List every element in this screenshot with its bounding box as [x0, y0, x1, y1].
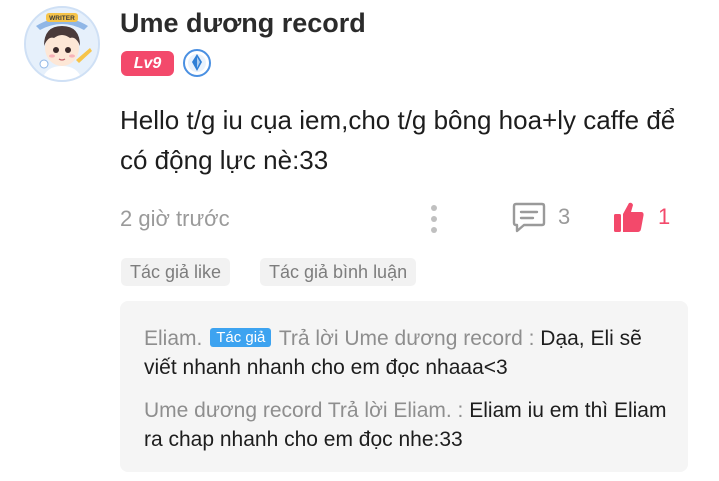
reply-action: Trả lời Ume dương record : [278, 327, 535, 350]
avatar[interactable]: WRITER [24, 6, 100, 82]
author-commented-tag: Tác giả bình luận [260, 258, 417, 286]
comment-text: Hello t/g iu cụa iem,cho t/g bông hoa+ly… [120, 105, 676, 175]
verified-shield-icon [183, 49, 211, 77]
level-badge: Lv9 [121, 51, 174, 76]
author-liked-tag: Tác giả like [121, 258, 231, 286]
reply-author[interactable]: Eliam. [144, 327, 202, 350]
like-button[interactable]: 1 [612, 198, 670, 236]
author-badge: Tác giả [210, 328, 272, 347]
comment-username[interactable]: Ume dương record [120, 8, 366, 39]
more-vertical-icon[interactable] [420, 201, 448, 237]
replies-box[interactable]: Eliam. Tác giả Trả lời Ume dương record … [120, 301, 688, 472]
avatar-image: WRITER [26, 8, 98, 80]
reply-item[interactable]: Ume dương record Trả lời Eliam. : Eliam … [144, 396, 669, 454]
reply-author[interactable]: Ume dương record [144, 399, 322, 422]
comment-time: 2 giờ trước [120, 206, 230, 231]
thumbs-up-icon [614, 202, 644, 232]
comment-icon [512, 202, 546, 233]
reply-action: Trả lời Eliam. : [327, 399, 464, 422]
reply-button[interactable]: 3 [512, 199, 570, 235]
avatar-writer-label: WRITER [49, 15, 75, 22]
reply-count: 3 [558, 204, 571, 229]
reply-item[interactable]: Eliam. Tác giả Trả lời Ume dương record … [144, 324, 669, 382]
like-count: 1 [658, 204, 671, 229]
